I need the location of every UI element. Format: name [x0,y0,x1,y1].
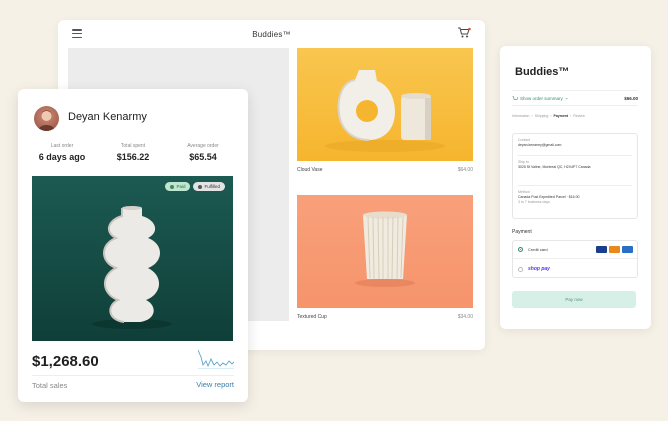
breadcrumb-payment: Payment [553,114,569,118]
product-name: Cloud Vase [297,167,323,173]
product-card-cloud-vase[interactable]: Cloud Vase $64.00 [297,48,473,173]
visa-icon [596,246,607,253]
view-report-link[interactable]: View report [196,380,234,389]
amex-icon [622,246,633,253]
method-row: Method Canada Post Expedited Parcel · $1… [518,190,632,205]
breadcrumb-information[interactable]: Information [512,114,530,118]
order-summary-toggle[interactable]: Show order summary ⌄ $66.00 [512,90,638,106]
radio-selected-icon[interactable] [518,247,523,252]
product-price: $64.00 [457,167,473,173]
sparkline-chart [198,349,234,369]
status-badge-paid: Paid [165,182,191,191]
avatar [34,106,59,131]
checkout-window: Buddies™ Show order summary ⌄ $66.00 Inf… [500,46,651,329]
hamburger-icon[interactable] [72,29,82,38]
product-meta: Textured Cup $34.00 [297,314,473,320]
customer-card: Deyan Kenarmy Last order 6 days ago Tota… [18,89,248,402]
product-name: Textured Cup [297,314,327,320]
method-value: Canada Post Expedited Parcel · $16.00 [518,195,580,199]
payment-option-credit-card[interactable]: Credit card [513,241,637,259]
stat-total-spent: Total spent $156.22 [101,143,165,162]
checkout-brand: Buddies™ [515,66,570,78]
cart-icon[interactable] [457,27,471,39]
order-product-image: Paid Fulfilled [32,176,233,341]
product-image [297,195,473,308]
payment-title: Payment [512,229,532,235]
product-image [297,48,473,161]
product-meta: Cloud Vase $64.00 [297,167,473,173]
ship-to-value: 3025 St Valine, Montreal QC, H2X4P7 Cana… [518,165,591,169]
total-sales-value: $1,268.60 [32,353,99,370]
stat-label: Total spent [120,143,146,149]
stat-value: $156.22 [116,152,150,162]
contact-row: Contact deyan.kenarmy@gmail.com [518,138,632,148]
payment-options: Credit card shop pay [512,240,638,278]
breadcrumb-shipping[interactable]: Shipping [535,114,549,118]
radio-unselected-icon[interactable] [518,266,523,272]
storefront-header: Buddies™ [58,20,485,48]
payment-option-shop-pay[interactable]: shop pay [513,260,637,278]
stat-last-order: Last order 6 days ago [30,143,94,162]
credit-card-label: Credit card [528,247,548,252]
breadcrumb-review: Review [573,114,585,118]
pay-now-button[interactable]: Pay now [512,291,636,308]
card-brands [596,246,633,253]
order-summary-link[interactable]: Show order summary ⌄ [512,95,569,101]
chevron-down-icon: ⌄ [564,95,569,100]
mastercard-icon [609,246,620,253]
customer-name: Deyan Kenarmy [68,111,147,123]
storefront-title: Buddies™ [252,29,291,39]
order-badges: Paid Fulfilled [165,182,225,191]
order-summary-label: Show order summary [520,95,563,101]
stat-average-order: Average order $65.54 [171,143,235,162]
method-note: 3 to 7 business days [518,200,550,204]
checkout-details-box: Contact deyan.kenarmy@gmail.com Ship to … [512,133,638,219]
stat-label: Average order [187,143,219,149]
stat-value: $65.54 [189,152,217,162]
stat-label: Last order [50,143,74,149]
product-price: $34.00 [457,314,473,320]
status-badge-fulfilled: Fulfilled [193,182,225,191]
order-summary-amount: $66.00 [624,95,638,101]
breadcrumb: Information › Shipping › Payment › Review [512,114,585,118]
ship-to-row: Ship to 3025 St Valine, Montreal QC, H2X… [518,160,632,170]
total-sales-label: Total sales [32,381,68,390]
product-card-textured-cup[interactable]: Textured Cup $34.00 [297,195,473,320]
cart-icon [512,95,518,100]
stat-value: 6 days ago [38,152,86,162]
contact-value: deyan.kenarmy@gmail.com [518,143,562,147]
shop-pay-logo: shop pay [528,266,550,272]
